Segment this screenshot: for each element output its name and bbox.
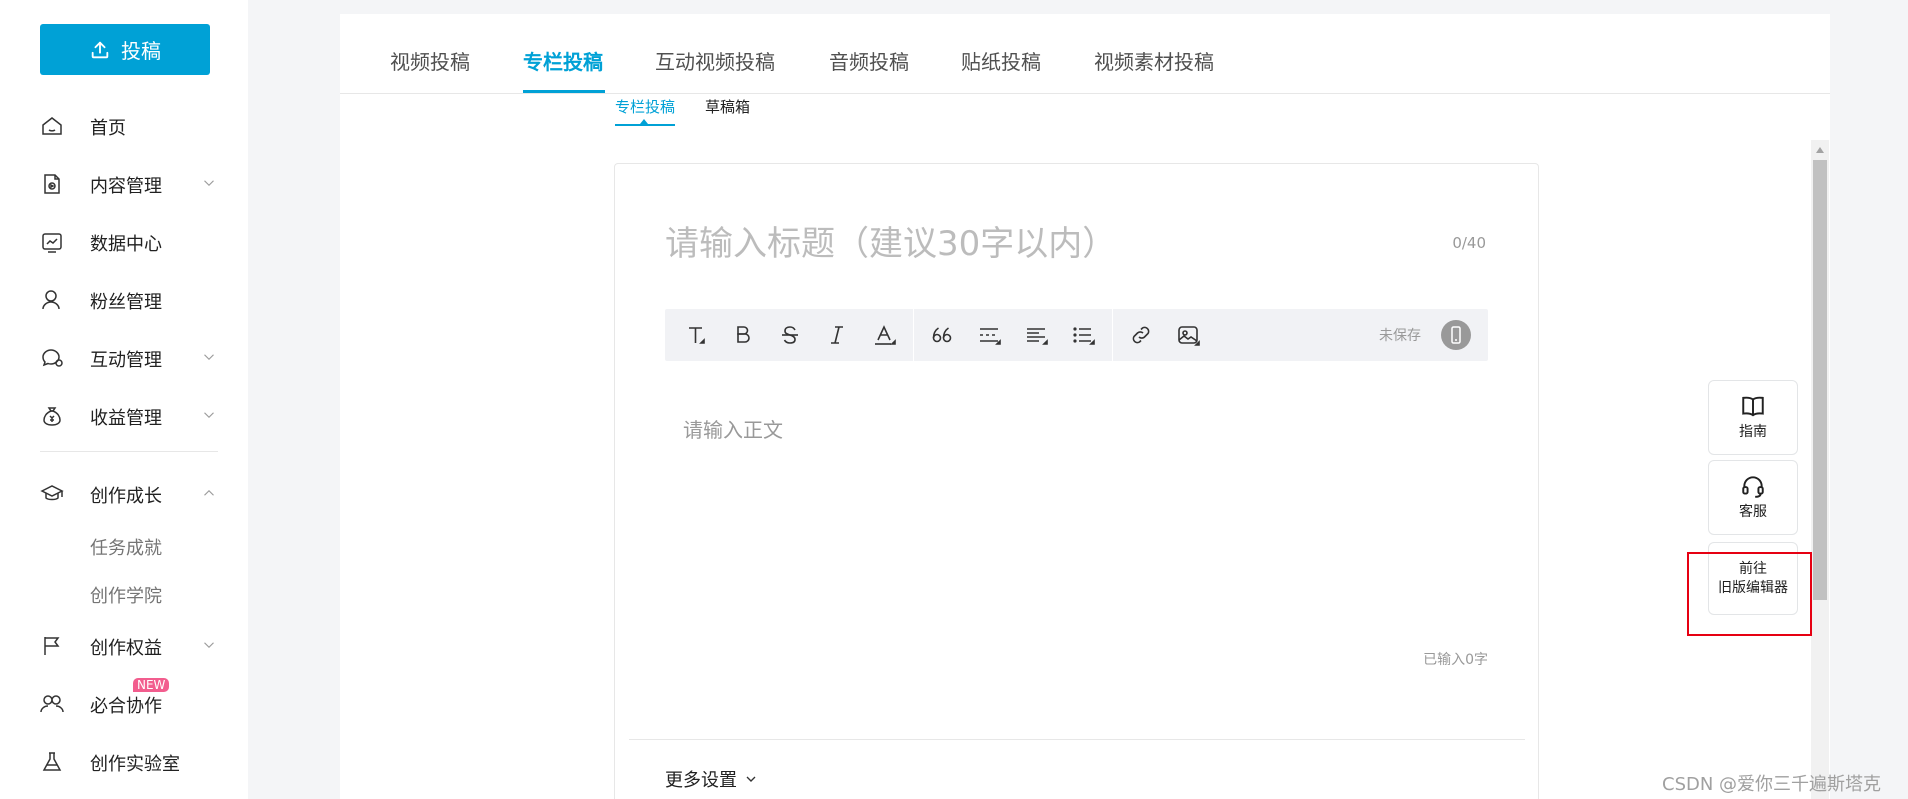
sidebar-item-label: 必合协作 [90,696,162,717]
toolbar-separator [1112,309,1113,361]
active-tab-indicator [523,90,605,93]
sidebar-subitem-academy[interactable]: 创作学院 [90,582,162,608]
home-icon [42,117,62,135]
word-count: 已输入0字 [1423,652,1488,668]
divider-line-icon[interactable] [976,322,1002,348]
tab-sticker[interactable]: 贴纸投稿 [961,46,1041,75]
sidebar-item-label: 首页 [90,118,126,139]
sidebar-item-label: 数据中心 [90,234,162,255]
people-icon [40,695,64,713]
chevron-down-icon [204,180,214,187]
text-style-icon[interactable] [683,322,709,348]
sidebar-item-lab[interactable]: 创作实验室 [0,739,248,783]
more-settings-toggle[interactable]: 更多设置 [665,766,759,792]
flask-icon [42,752,62,771]
chevron-down-icon [204,412,214,419]
sidebar-divider [40,451,218,452]
sidebar-item-home[interactable]: 首页 [0,103,248,147]
sidebar-item-fans[interactable]: 粉丝管理 [0,277,248,321]
chevron-up-icon [204,489,214,496]
sidebar: 投稿 首页 内容管理 数据中心 粉丝管理 互动管理 收益管理 创作成长 任务成就… [0,0,248,799]
chart-icon [42,233,62,253]
editor-divider [629,739,1525,740]
body-input[interactable] [683,414,1473,594]
sidebar-item-label: 创作权益 [90,638,162,659]
title-char-count: 0/40 [1452,234,1486,252]
tab-audio[interactable]: 音频投稿 [829,46,909,75]
italic-icon[interactable] [824,322,850,348]
link-icon[interactable] [1128,322,1154,348]
sidebar-item-label: 粉丝管理 [90,292,162,313]
more-settings-label: 更多设置 [665,770,737,791]
scroll-up-arrow[interactable] [1811,140,1829,160]
sidebar-item-interaction[interactable]: 互动管理 [0,335,248,379]
quote-icon[interactable] [929,322,955,348]
scrollbar[interactable] [1811,140,1829,799]
tab-video[interactable]: 视频投稿 [390,46,470,75]
user-icon [42,290,60,310]
strikethrough-icon[interactable] [777,322,803,348]
watermark: CSDN @爱你三千遍斯塔克 [1662,774,1882,795]
title-input[interactable] [665,219,1425,269]
headset-icon [1742,476,1764,498]
list-icon[interactable] [1070,322,1096,348]
upload-icon [91,41,109,58]
graduation-cap-icon [40,485,64,501]
sidebar-subitem-achievements[interactable]: 任务成就 [90,534,162,560]
font-color-icon[interactable] [871,322,897,348]
sidebar-item-growth[interactable]: 创作成长 [0,471,248,515]
service-label: 客服 [1739,504,1767,520]
chevron-down-icon [204,354,214,361]
sidebar-item-content[interactable]: 内容管理 [0,161,248,205]
mobile-preview-button[interactable] [1441,320,1471,350]
upload-type-tabs: 视频投稿 专栏投稿 互动视频投稿 音频投稿 贴纸投稿 视频素材投稿 [340,14,1830,94]
chevron-down-icon [204,642,214,649]
save-status: 未保存 [1379,328,1421,344]
sidebar-item-data[interactable]: 数据中心 [0,219,248,263]
sidebar-item-label: 创作实验室 [90,754,180,775]
chevron-down-icon [746,776,756,782]
sidebar-item-label: 创作成长 [90,486,162,507]
chat-icon [42,349,63,367]
article-editor: 0/40 [614,163,1539,799]
active-subtab-indicator [615,124,675,126]
sidebar-item-label: 内容管理 [90,176,162,197]
sidebar-item-label: 互动管理 [90,350,162,371]
sidebar-item-revenue[interactable]: 收益管理 [0,393,248,437]
tab-interactive-video[interactable]: 互动视频投稿 [655,46,775,75]
subtab-column-upload[interactable]: 专栏投稿 [615,96,675,117]
toolbar-separator [913,309,914,361]
subtab-drafts[interactable]: 草稿箱 [705,96,750,117]
upload-button[interactable]: 投稿 [40,24,210,75]
phone-icon [1451,326,1461,344]
content-icon [44,174,60,194]
new-badge: NEW [133,678,170,692]
highlight-annotation [1687,552,1812,636]
money-bag-icon [43,407,61,426]
guide-label: 指南 [1739,424,1767,440]
sidebar-item-collab[interactable]: 必合协作 [0,681,248,725]
book-icon [1742,396,1764,417]
customer-service-button[interactable]: 客服 [1708,460,1798,535]
image-icon[interactable] [1175,322,1201,348]
tab-column[interactable]: 专栏投稿 [523,46,603,75]
bold-icon[interactable] [730,322,756,348]
align-icon[interactable] [1023,322,1049,348]
upload-label: 投稿 [121,39,161,63]
flag-icon [44,637,60,655]
sidebar-item-rights[interactable]: 创作权益 [0,623,248,667]
editor-toolbar: 未保存 [665,309,1488,361]
scroll-thumb[interactable] [1813,160,1827,600]
guide-button[interactable]: 指南 [1708,380,1798,455]
sidebar-item-label: 收益管理 [90,408,162,429]
tab-video-material[interactable]: 视频素材投稿 [1094,46,1214,75]
